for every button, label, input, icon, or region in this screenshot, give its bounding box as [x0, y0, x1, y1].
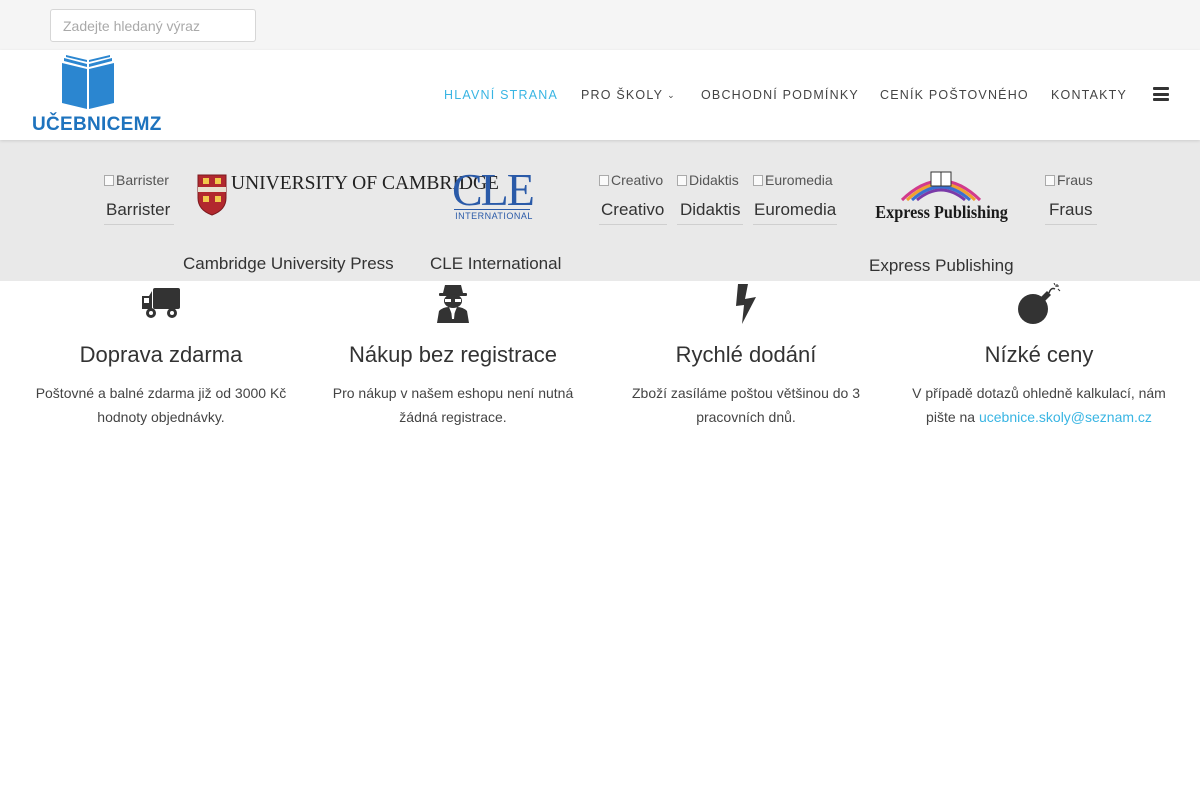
cle-logo-text: CLE — [452, 164, 535, 215]
feature-text: Poštovné a balné zdarma již od 3000 Kč h… — [35, 385, 287, 425]
brand-name: Barrister — [106, 200, 171, 219]
brand-cambridge[interactable]: UNIVERSITY OF CAMBRIDGE Cambridge Univer… — [183, 170, 499, 275]
feature-title: Nákup bez registrace — [349, 342, 557, 367]
nav-item-label: OBCHODNÍ PODMÍNKY — [701, 88, 859, 102]
cle-logo-subtext: INTERNATIONAL — [455, 211, 533, 221]
broken-image-icon — [753, 174, 763, 186]
brand-image-placeholder: Creativo — [599, 172, 663, 188]
feature-title: Nízké ceny — [984, 342, 1094, 367]
brand-name: Fraus — [1049, 200, 1093, 219]
nav-item-shipping-prices[interactable]: CENÍK POŠTOVNÉHO — [880, 88, 1029, 102]
express-logo-text: Express Publishing — [875, 202, 1008, 222]
brand-image-placeholder: Fraus — [1045, 172, 1093, 188]
bomb-icon — [1018, 283, 1061, 324]
cambridge-logo-text: UNIVERSITY OF CAMBRIDGE — [231, 173, 499, 194]
logo-text: UČEBNICEMZ — [32, 114, 162, 135]
nav-item-contacts[interactable]: KONTAKTY — [1051, 88, 1127, 102]
nav-item-home[interactable]: HLAVNÍ STRANA — [444, 88, 558, 102]
brand-didaktis[interactable]: Didaktis Didaktis — [677, 172, 743, 226]
nav-item-label: HLAVNÍ STRANA — [444, 88, 559, 102]
cambridge-crest-icon — [197, 174, 227, 216]
divider — [599, 224, 667, 225]
nav-item-label: KONTAKTY — [1051, 88, 1128, 102]
email-link[interactable]: ucebnice.skoly@seznam.cz — [979, 409, 1152, 425]
brand-euromedia[interactable]: Euromedia Euromedia — [753, 172, 837, 226]
broken-image-icon — [1045, 174, 1055, 186]
nav-item-label: PRO ŠKOLY — [581, 88, 664, 102]
divider — [1045, 224, 1097, 225]
divider — [104, 224, 174, 225]
truck-icon — [142, 288, 180, 318]
brand-express-publishing[interactable]: Express Publishing Express Publishing — [868, 170, 1014, 275]
nav-item-terms[interactable]: OBCHODNÍ PODMÍNKY — [701, 88, 859, 102]
brand-name: Cambridge University Press — [183, 254, 394, 273]
feature-title: Rychlé dodání — [675, 342, 817, 367]
hamburger-icon[interactable] — [1153, 87, 1169, 101]
site-logo[interactable]: UČEBNICEMZ — [30, 55, 161, 135]
brand-name: Didaktis — [680, 200, 741, 219]
feature-text: Pro nákup v našem eshopu není nutná žádn… — [332, 385, 574, 425]
nav-item-label: CENÍK POŠTOVNÉHO — [880, 88, 1029, 102]
nav-item-schools[interactable]: PRO ŠKOLY ⌄ — [581, 88, 676, 102]
brand-name: CLE International — [430, 254, 562, 273]
brand-name: Euromedia — [754, 200, 837, 219]
brands-carousel: Barrister Barrister UNIVERSITY OF CAMBRI… — [0, 140, 1200, 281]
feature-text: V případě dotazů ohledně kalkulací, nám … — [912, 385, 1166, 425]
brand-barrister[interactable]: Barrister Barrister — [104, 172, 174, 226]
divider — [753, 224, 837, 225]
user-secret-icon — [437, 285, 469, 323]
express-publishing-rainbow-icon — [900, 171, 982, 202]
brand-image-placeholder: Barrister — [104, 172, 169, 188]
broken-image-icon — [599, 174, 609, 186]
brand-creativo[interactable]: Creativo Creativo — [599, 172, 667, 226]
site-header: UČEBNICEMZ HLAVNÍ STRANA PRO ŠKOLY ⌄ OBCH… — [0, 50, 1200, 140]
feature-title: Doprava zdarma — [79, 342, 243, 367]
broken-image-icon — [104, 174, 114, 186]
feature-text: Zboží zasíláme poštou většinou do 3 prac… — [631, 385, 861, 425]
book-icon — [62, 55, 114, 109]
divider — [454, 209, 530, 210]
broken-image-icon — [677, 174, 687, 186]
brand-name: Express Publishing — [869, 256, 1014, 275]
brand-name: Creativo — [601, 200, 665, 219]
brand-image-placeholder: Euromedia — [753, 172, 833, 188]
bolt-icon — [736, 284, 756, 324]
divider — [677, 224, 743, 225]
brand-image-placeholder: Didaktis — [677, 172, 739, 188]
brand-fraus[interactable]: Fraus Fraus — [1045, 172, 1097, 226]
search-input[interactable] — [50, 9, 256, 42]
chevron-down-icon: ⌄ — [667, 90, 676, 100]
brand-cle[interactable]: CLE INTERNATIONAL CLE International — [430, 164, 562, 275]
top-bar — [0, 0, 1200, 50]
